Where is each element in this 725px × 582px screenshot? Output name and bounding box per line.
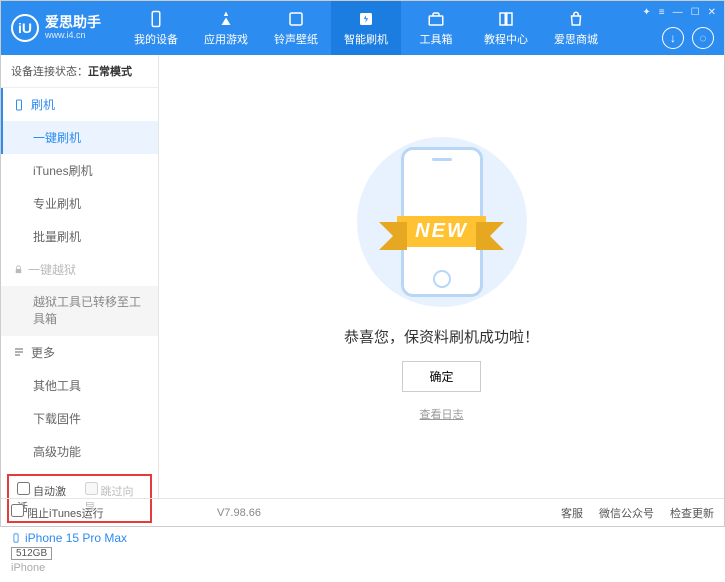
device-type: iPhone	[11, 562, 148, 574]
phone-icon	[11, 531, 21, 545]
nav-apps[interactable]: 应用游戏	[191, 1, 261, 55]
nav-flash[interactable]: 智能刷机	[331, 1, 401, 55]
sidebar-item-firmware[interactable]: 下载固件	[1, 402, 158, 435]
footer-update[interactable]: 检查更新	[670, 505, 714, 521]
skin-icon[interactable]: ✦	[642, 7, 650, 18]
conn-label: 设备连接状态：	[11, 66, 88, 78]
close-icon[interactable]: ✕	[708, 7, 716, 18]
logo-icon: iU	[11, 14, 39, 42]
sidebar: 设备连接状态：正常模式 刷机 一键刷机 iTunes刷机 专业刷机 批量刷机 一…	[1, 55, 159, 498]
section-more[interactable]: 更多	[1, 336, 158, 369]
sidebar-item-batch[interactable]: 批量刷机	[1, 220, 158, 253]
menu-icon[interactable]: ≡	[659, 7, 665, 18]
nav-label: 铃声壁纸	[274, 31, 318, 47]
section-label: 更多	[31, 344, 55, 361]
new-ribbon: NEW	[397, 216, 486, 247]
toolbox-icon	[426, 9, 446, 29]
header-actions: ↓ ◌	[662, 27, 714, 49]
jailbreak-note: 越狱工具已转移至工具箱	[1, 286, 158, 336]
footer: 阻止iTunes运行 V7.98.66 客服 微信公众号 检查更新	[1, 498, 724, 526]
device-name-text: iPhone 15 Pro Max	[25, 531, 127, 545]
success-message: 恭喜您，保资料刷机成功啦！	[344, 326, 539, 347]
footer-wechat[interactable]: 微信公众号	[599, 505, 654, 521]
device-info: iPhone 15 Pro Max 512GB iPhone	[1, 527, 158, 582]
store-icon	[566, 9, 586, 29]
nav-label: 教程中心	[484, 31, 528, 47]
storage-badge: 512GB	[11, 547, 52, 560]
section-jailbreak: 一键越狱	[1, 253, 158, 286]
sidebar-item-pro[interactable]: 专业刷机	[1, 187, 158, 220]
nav-label: 爱思商城	[554, 31, 598, 47]
minimize-icon[interactable]: —	[673, 7, 683, 18]
nav-ringtones[interactable]: 铃声壁纸	[261, 1, 331, 55]
success-illustration: NEW	[342, 132, 542, 312]
top-nav: 我的设备 应用游戏 铃声壁纸 智能刷机 工具箱 教程中心 爱思商城	[121, 1, 611, 55]
download-icon[interactable]: ↓	[662, 27, 684, 49]
nav-label: 应用游戏	[204, 31, 248, 47]
footer-support[interactable]: 客服	[561, 505, 583, 521]
main-content: NEW 恭喜您，保资料刷机成功啦！ 确定 查看日志	[159, 55, 724, 498]
app-url: www.i4.cn	[45, 31, 101, 41]
lock-icon	[13, 264, 24, 275]
view-log-link[interactable]: 查看日志	[420, 406, 464, 422]
ok-button[interactable]: 确定	[402, 361, 480, 392]
book-icon	[496, 9, 516, 29]
section-flash[interactable]: 刷机	[1, 88, 158, 121]
device-name[interactable]: iPhone 15 Pro Max	[11, 531, 148, 545]
maximize-icon[interactable]: ☐	[691, 7, 700, 18]
media-icon	[286, 9, 306, 29]
block-itunes-checkbox[interactable]: 阻止iTunes运行	[11, 504, 104, 521]
sidebar-item-other[interactable]: 其他工具	[1, 369, 158, 402]
connection-status: 设备连接状态：正常模式	[1, 55, 158, 88]
block-itunes-label: 阻止iTunes运行	[27, 508, 104, 520]
nav-label: 智能刷机	[344, 31, 388, 47]
version: V7.98.66	[217, 507, 261, 519]
nav-tutorials[interactable]: 教程中心	[471, 1, 541, 55]
section-label: 一键越狱	[28, 261, 76, 278]
sidebar-item-advanced[interactable]: 高级功能	[1, 435, 158, 468]
flash-icon	[356, 9, 376, 29]
logo: iU 爱思助手 www.i4.cn	[11, 14, 101, 42]
device-icon	[146, 9, 166, 29]
sidebar-item-itunes[interactable]: iTunes刷机	[1, 154, 158, 187]
phone-icon	[13, 99, 25, 111]
app-header: iU 爱思助手 www.i4.cn 我的设备 应用游戏 铃声壁纸 智能刷机 工具…	[1, 1, 724, 55]
section-label: 刷机	[31, 96, 55, 113]
list-icon	[13, 346, 25, 358]
app-name: 爱思助手	[45, 15, 101, 30]
nav-label: 工具箱	[420, 31, 453, 47]
nav-store[interactable]: 爱思商城	[541, 1, 611, 55]
nav-my-device[interactable]: 我的设备	[121, 1, 191, 55]
conn-value: 正常模式	[88, 66, 132, 78]
user-icon[interactable]: ◌	[692, 27, 714, 49]
nav-label: 我的设备	[134, 31, 178, 47]
window-controls: ✦ ≡ — ☐ ✕	[642, 7, 716, 18]
nav-toolbox[interactable]: 工具箱	[401, 1, 471, 55]
apps-icon	[216, 9, 236, 29]
sidebar-item-oneclick[interactable]: 一键刷机	[1, 121, 158, 154]
